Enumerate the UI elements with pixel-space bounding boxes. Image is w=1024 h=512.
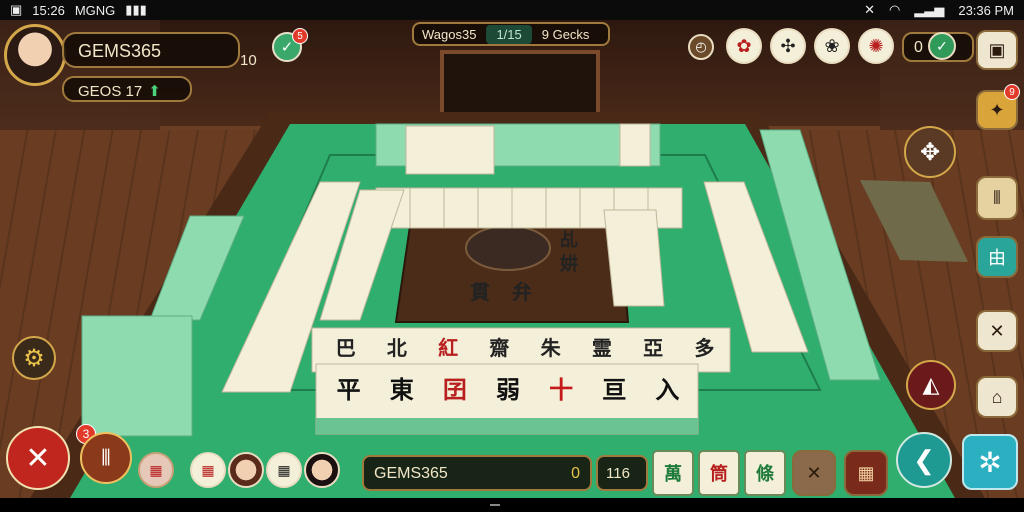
- round-info-right: 9 Gecks: [541, 26, 590, 42]
- home-indicator[interactable]: [490, 504, 500, 506]
- bottom-gems-value: 0: [571, 465, 580, 482]
- front-tile-5: 朱: [540, 336, 561, 360]
- arrow-up-icon: ⬆: [148, 83, 161, 100]
- notification-badge: 5: [292, 28, 308, 44]
- center-tile-icon[interactable]: 由: [976, 236, 1018, 278]
- menu-bag-icon[interactable]: ▣: [976, 30, 1018, 70]
- tools-icon[interactable]: ✕: [976, 310, 1018, 352]
- front-row-bottom: 平 東 囝 弱 十 亘 入: [322, 370, 694, 405]
- game-scene: 貫 弁 乩 妌 巴 北 紅 齋 朱 霊 亞 多 平 東 囝 弱 十 亘 入 GE…: [0, 20, 1024, 498]
- front-tile-3: 紅: [438, 336, 459, 360]
- player-name: GEMS365: [78, 41, 162, 61]
- front-tile-1: 巴: [335, 336, 356, 360]
- score-mat: [860, 180, 968, 262]
- bamboo-icon[interactable]: ⦀: [976, 176, 1018, 220]
- bottom-score: 116: [606, 465, 630, 482]
- chow-action-icon[interactable]: ✥: [904, 126, 956, 178]
- gems-row[interactable]: GEOS 17 ⬆: [62, 76, 192, 102]
- notification-icon: ▣: [10, 2, 23, 17]
- nav-bar: [0, 498, 1024, 512]
- hand-front-1[interactable]: 平: [337, 370, 361, 405]
- front-row-top: 巴 北 紅 齋 朱 霊 亞 多: [320, 332, 730, 361]
- status-time-right: 23:36 PM: [958, 2, 1014, 18]
- front-tile-8: 多: [694, 336, 715, 360]
- opponent-avatar-1[interactable]: ▦: [190, 452, 226, 488]
- front-tile-4: 齋: [489, 336, 510, 360]
- opponent-avatar-3[interactable]: ▦: [266, 452, 302, 488]
- front-tile-2: 北: [386, 336, 407, 360]
- flower-tile-icon[interactable]: ✿: [726, 28, 762, 64]
- small-tile-button[interactable]: ▦: [138, 452, 174, 488]
- hand-front-2[interactable]: 東: [390, 370, 414, 405]
- hand-front-5[interactable]: 十: [549, 370, 573, 405]
- bottom-score-box: 116: [596, 455, 648, 491]
- opponent-avatar-2[interactable]: [228, 452, 264, 488]
- season-tile-icon[interactable]: ✺: [858, 28, 894, 64]
- settings-gear-icon[interactable]: ⚙: [12, 336, 56, 380]
- cell-signal-icon: ▂▃▅: [914, 2, 945, 17]
- chest-badge: 9: [1004, 84, 1020, 100]
- center-tile-4: 妌: [560, 254, 578, 275]
- dragon-tile-icon[interactable]: ❀: [814, 28, 850, 64]
- player-name-box: GEMS365: [62, 32, 240, 68]
- hand-front-7[interactable]: 入: [655, 370, 679, 405]
- opponent-avatar-4[interactable]: [304, 452, 340, 488]
- pong-action-icon[interactable]: ◭: [906, 360, 956, 410]
- wifi-icon: ◠: [889, 2, 901, 17]
- round-info-bar: Wagos35 1/15 9 Gecks: [412, 22, 610, 46]
- signal-icon: ▮▮▮: [125, 2, 147, 17]
- bamboo-action-button[interactable]: ⦀: [80, 432, 132, 484]
- hand-front-4[interactable]: 弱: [496, 370, 520, 405]
- hand-tile-3[interactable]: 條: [744, 450, 786, 496]
- gems-label: GEOS 17: [78, 83, 143, 100]
- hand-tile-1[interactable]: 萬: [652, 450, 694, 496]
- hand-front-6[interactable]: 亘: [602, 370, 626, 405]
- settings-cog-button[interactable]: ✲: [962, 434, 1018, 490]
- hand-tile-2[interactable]: 筒: [698, 450, 740, 496]
- center-tile-2: 弁: [512, 280, 532, 304]
- house-icon[interactable]: ⌂: [976, 376, 1018, 418]
- bottom-gems-box: GEMS365 0: [362, 455, 592, 491]
- status-time-left: 15:26: [32, 2, 65, 18]
- discard-cancel-button[interactable]: ✕: [6, 426, 70, 490]
- tile-sort-icon[interactable]: ✕: [792, 450, 836, 496]
- status-network-left: MGNG: [74, 2, 116, 18]
- center-tile-1: 貫: [470, 280, 490, 304]
- bottom-gems-label: GEMS365: [374, 465, 448, 482]
- top-wall-tiles: [375, 123, 661, 175]
- back-arrow-button[interactable]: ❮: [896, 432, 952, 488]
- bird-tile-icon[interactable]: ✣: [770, 28, 806, 64]
- front-tile-6: 霊: [591, 336, 612, 360]
- player-avatar[interactable]: [4, 24, 66, 86]
- hand-front-3[interactable]: 囝: [443, 370, 467, 405]
- center-tile-3: 乩: [560, 230, 578, 251]
- round-info-middle: 1/15: [486, 24, 532, 44]
- player-score: 10: [240, 52, 257, 69]
- red-tile-icon[interactable]: ▦: [844, 450, 888, 496]
- mute-icon: ✕: [864, 2, 875, 17]
- dice-dial: [465, 225, 551, 271]
- round-info-left: Wagos35: [422, 26, 477, 42]
- front-tile-7: 亞: [643, 336, 664, 360]
- clock-icon[interactable]: ◴: [688, 34, 714, 60]
- green-check-icon[interactable]: ✓: [928, 32, 956, 60]
- status-bar: ▣ 15:26 MGNG ▮▮▮ ✕ ◠ ▂▃▅ 23:36 PM: [0, 0, 1024, 20]
- right-counter: 0: [914, 39, 923, 56]
